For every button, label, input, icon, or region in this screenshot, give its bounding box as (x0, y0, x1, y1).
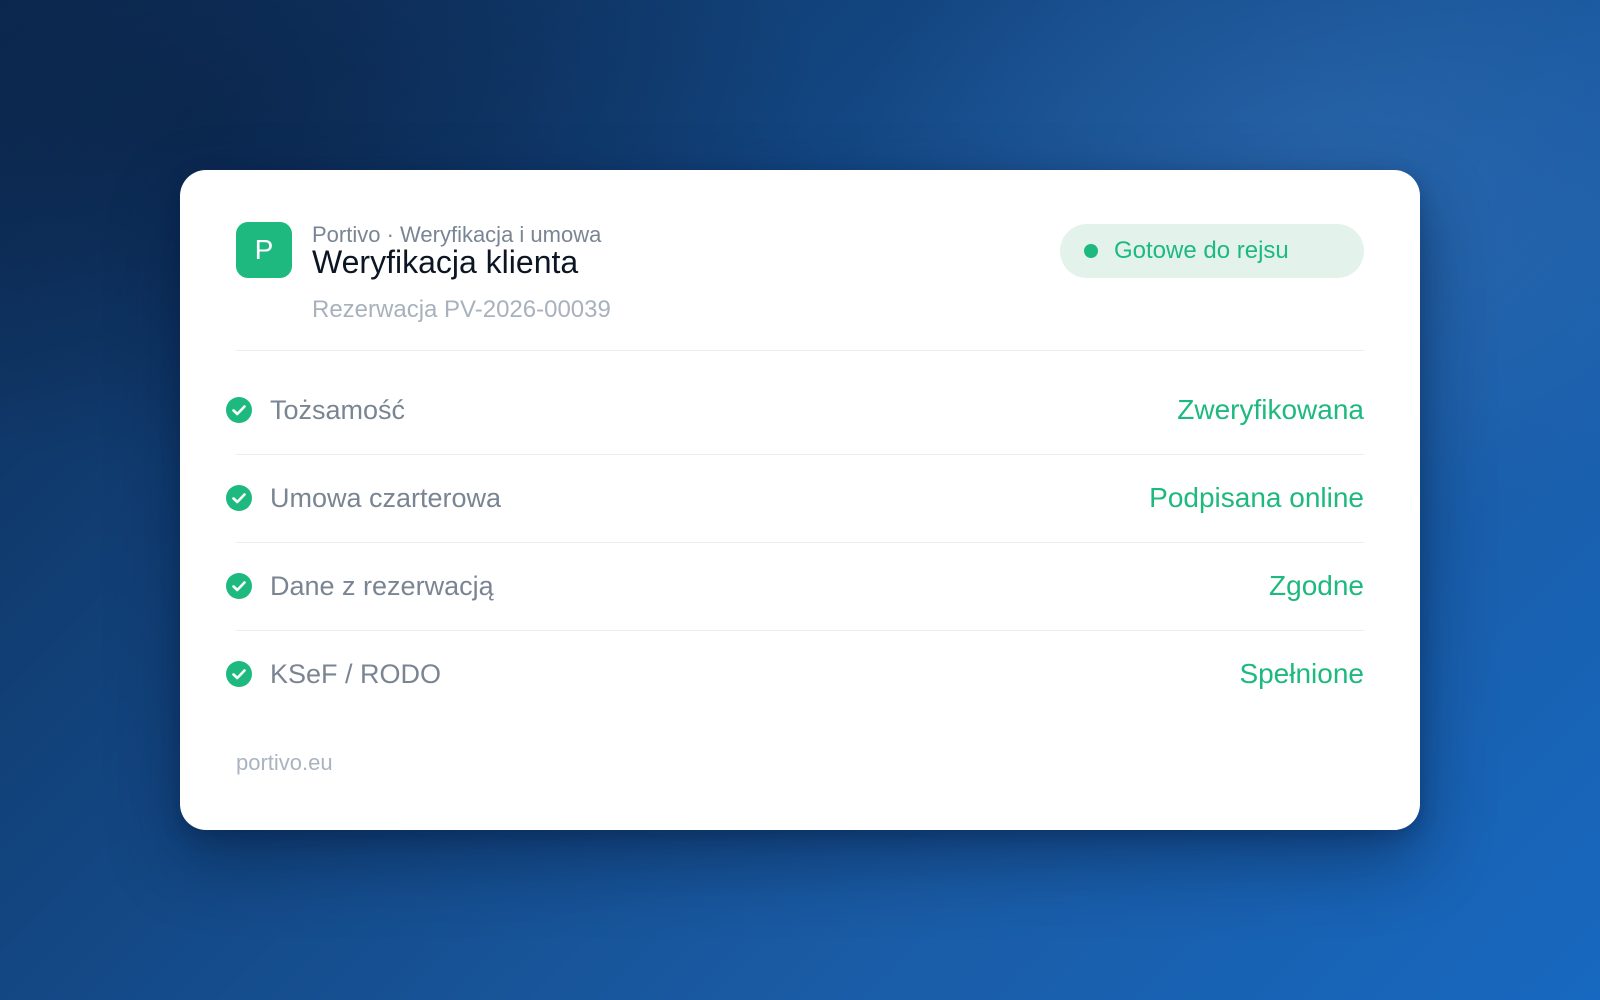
check-row-reservation-data: Dane z rezerwacją Zgodne (226, 542, 1364, 630)
check-row-contract: Umowa czarterowa Podpisana online (226, 454, 1364, 542)
portivo-logo: P (236, 222, 292, 278)
page-title: Weryfikacja klienta (312, 244, 579, 280)
check-circle-icon (226, 573, 252, 599)
check-label: Dane z rezerwacją (270, 570, 494, 601)
check-value: Podpisana online (1149, 482, 1364, 513)
check-label: KSeF / RODO (270, 658, 442, 689)
reservation-number: Rezerwacja PV-2026-00039 (312, 296, 611, 323)
status-dot-icon (1084, 244, 1098, 258)
logo-letter: P (254, 234, 274, 265)
check-value: Spełnione (1239, 658, 1364, 689)
check-row-identity: Tożsamość Zweryfikowana (226, 366, 1364, 454)
status-label: Gotowe do rejsu (1114, 237, 1289, 264)
check-row-compliance: KSeF / RODO Spełnione (226, 630, 1364, 718)
verification-card: P Portivo · Weryfikacja i umowa Weryfika… (180, 170, 1420, 830)
header-divider (236, 350, 1364, 351)
check-circle-icon (226, 485, 252, 511)
check-label: Tożsamość (270, 394, 406, 425)
footer-domain-link[interactable]: portivo.eu (236, 750, 333, 776)
check-value: Zgodne (1269, 570, 1364, 601)
check-circle-icon (226, 661, 252, 687)
status-badge: Gotowe do rejsu (1060, 224, 1364, 278)
check-circle-icon (226, 397, 252, 423)
check-value: Zweryfikowana (1177, 394, 1364, 425)
check-label: Umowa czarterowa (270, 482, 502, 513)
